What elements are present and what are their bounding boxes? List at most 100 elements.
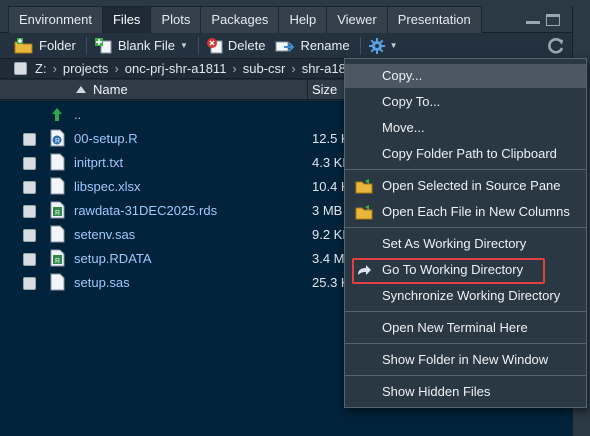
menu-item-open-in-columns[interactable]: Open Each File in New Columns — [345, 200, 586, 224]
new-folder-icon — [14, 37, 33, 53]
menu-item-copy[interactable]: Copy... — [345, 64, 586, 88]
breadcrumb-item[interactable]: projects — [63, 61, 109, 76]
file-name-link[interactable]: .. — [74, 107, 81, 122]
row-checkbox[interactable] — [23, 229, 36, 242]
menu-item-open-in-source[interactable]: Open Selected in Source Pane — [345, 174, 586, 198]
breadcrumb-item[interactable]: onc-prj-shr-a1811 — [125, 61, 227, 76]
tab-environment[interactable]: Environment — [8, 6, 103, 33]
gear-icon — [368, 37, 385, 54]
row-checkbox[interactable] — [23, 205, 36, 218]
menu-item-copy-to[interactable]: Copy To... — [345, 90, 586, 114]
rename-label: Rename — [300, 38, 350, 53]
menu-item-copy-folder-path[interactable]: Copy Folder Path to Clipboard — [345, 142, 586, 166]
breadcrumb-item[interactable]: sub-csr — [243, 61, 286, 76]
refresh-icon[interactable] — [546, 36, 566, 56]
menu-item-label: Move... — [382, 120, 425, 135]
breadcrumb-separator-icon: › — [291, 61, 296, 76]
delete-button[interactable]: Delete — [206, 37, 266, 54]
menu-separator — [345, 227, 586, 228]
text-file-icon — [50, 177, 65, 195]
file-name-link[interactable]: rawdata-31DEC2025.rds — [74, 203, 217, 218]
file-name-link[interactable]: setup.sas — [74, 275, 130, 290]
toolbar-divider — [359, 36, 361, 55]
blank-file-button[interactable]: Blank File ▼ — [94, 37, 188, 54]
file-size: 3.4 M — [312, 251, 345, 266]
blank-file-label: Blank File — [117, 38, 175, 53]
rename-button[interactable]: Rename — [275, 38, 350, 54]
new-folder-label: Folder — [39, 38, 76, 53]
file-name-link[interactable]: 00-setup.R — [74, 131, 138, 146]
row-checkbox[interactable] — [23, 253, 36, 266]
menu-item-label: Show Hidden Files — [382, 384, 491, 399]
file-name-link[interactable]: initprt.txt — [74, 155, 123, 170]
up-arrow-icon — [52, 108, 62, 121]
r-data-icon: R — [50, 249, 65, 267]
file-name-link[interactable]: setenv.sas — [74, 227, 135, 242]
highlight-annotation — [352, 258, 545, 284]
chevron-down-icon[interactable]: ▼ — [180, 41, 188, 50]
file-name-link[interactable]: libspec.xlsx — [74, 179, 140, 194]
breadcrumb-separator-icon: › — [52, 61, 57, 76]
menu-item-label: Copy... — [382, 68, 423, 83]
column-divider[interactable] — [307, 80, 308, 100]
menu-item-show-hidden-files[interactable]: Show Hidden Files — [345, 380, 586, 404]
menu-item-label: Open New Terminal Here — [382, 320, 528, 335]
menu-item-label: Copy To... — [382, 94, 441, 109]
menu-item-label: Open Each File in New Columns — [382, 204, 570, 219]
menu-separator — [345, 169, 586, 170]
menu-item-label: Show Folder in New Window — [382, 352, 549, 367]
menu-item-open-terminal[interactable]: Open New Terminal Here — [345, 316, 586, 340]
text-file-icon — [50, 225, 65, 243]
toolbar-divider — [85, 36, 87, 55]
column-header-size[interactable]: Size — [312, 82, 337, 97]
tab-help[interactable]: Help — [278, 6, 328, 33]
breadcrumb-separator-icon: › — [232, 61, 237, 76]
minimize-icon[interactable] — [526, 14, 540, 24]
toolbar-divider — [197, 36, 199, 55]
svg-text:R: R — [55, 210, 60, 217]
file-size: 3 MB — [312, 203, 343, 218]
more-menu-button[interactable]: ▼ — [368, 37, 398, 54]
file-name-link[interactable]: setup.RDATA — [74, 251, 152, 266]
tab-viewer[interactable]: Viewer — [326, 6, 388, 33]
open-folder-icon — [355, 179, 373, 194]
delete-icon — [206, 37, 223, 53]
row-checkbox[interactable] — [23, 181, 36, 194]
row-checkbox[interactable] — [23, 277, 36, 290]
delete-label: Delete — [227, 38, 266, 53]
r-data-icon: R — [50, 201, 65, 219]
tab-plots[interactable]: Plots — [150, 6, 202, 33]
svg-text:R: R — [55, 138, 60, 145]
breadcrumb-separator-icon: › — [114, 61, 119, 76]
breadcrumb-item[interactable]: Z: — [35, 61, 47, 76]
tab-packages[interactable]: Packages — [200, 6, 280, 33]
row-checkbox[interactable] — [23, 133, 36, 146]
r-script-icon: R — [50, 129, 65, 147]
menu-item-show-folder[interactable]: Show Folder in New Window — [345, 348, 586, 372]
more-context-menu: Copy... Copy To... Move... Copy Folder P… — [344, 58, 587, 408]
row-checkbox[interactable] — [23, 157, 36, 170]
pane-tab-bar: Environment Files Plots Packages Help Vi… — [0, 0, 590, 33]
new-file-icon — [94, 37, 112, 53]
maximize-icon[interactable] — [546, 14, 560, 26]
tab-presentation[interactable]: Presentation — [386, 6, 482, 33]
files-toolbar: Folder Blank File ▼ Delete Rename ▼ — [0, 33, 572, 59]
menu-separator — [345, 311, 586, 312]
new-folder-button[interactable]: Folder — [14, 37, 76, 54]
text-file-icon — [50, 153, 65, 171]
menu-item-set-working-directory[interactable]: Set As Working Directory — [345, 232, 586, 256]
text-file-icon — [50, 273, 65, 291]
tab-files[interactable]: Files — [101, 6, 152, 33]
rename-icon — [275, 41, 295, 52]
menu-item-label: Synchronize Working Directory — [382, 288, 561, 303]
column-header-name[interactable]: Name — [93, 82, 128, 97]
chevron-down-icon: ▼ — [389, 41, 398, 50]
menu-item-move[interactable]: Move... — [345, 116, 586, 140]
select-all-checkbox[interactable] — [14, 62, 27, 75]
menu-item-synchronize-working-directory[interactable]: Synchronize Working Directory — [345, 284, 586, 308]
menu-item-label: Set As Working Directory — [382, 236, 527, 251]
tab-list: Environment Files Plots Packages Help Vi… — [8, 6, 482, 33]
open-folder-icon — [355, 205, 373, 220]
menu-separator — [345, 343, 586, 344]
breadcrumb-item[interactable]: shr-a18 — [302, 61, 346, 76]
